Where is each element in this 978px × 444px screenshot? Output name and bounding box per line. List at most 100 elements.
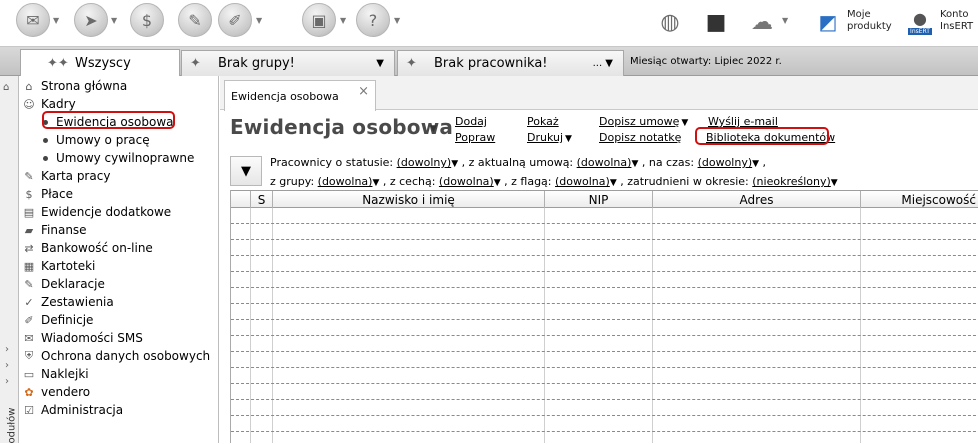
period-filter[interactable]: (nieokreślony) bbox=[752, 175, 831, 188]
sidebar-item-finanse[interactable]: ▰ Finanse bbox=[22, 221, 87, 239]
user-icon[interactable]: ● InsERT bbox=[902, 4, 938, 40]
flag-filter[interactable]: (dowolna) bbox=[555, 175, 610, 188]
box-icon[interactable]: ▣ bbox=[302, 3, 336, 37]
chevron-down-icon[interactable]: ▼ bbox=[111, 16, 117, 25]
grid-header: S Nazwisko i imię NIP Adres Miejscowość bbox=[231, 190, 978, 208]
cube-icon[interactable]: ■ bbox=[698, 4, 734, 40]
add-button[interactable]: Dodaj bbox=[455, 115, 487, 128]
status-filter[interactable]: (dowolny) bbox=[397, 156, 452, 169]
sidebar-item-deklaracje[interactable]: ✎ Deklaracje bbox=[22, 275, 104, 293]
sidebar-item-vendero[interactable]: ✿ vendero bbox=[22, 383, 90, 401]
envelope-icon[interactable]: ✉ bbox=[16, 3, 50, 37]
sidebar-item-administracja[interactable]: ☑ Administracja bbox=[22, 401, 123, 419]
table-row bbox=[231, 239, 978, 240]
duration-filter[interactable]: (dowolny) bbox=[698, 156, 753, 169]
chevron-down-icon[interactable]: ▼ bbox=[610, 178, 617, 188]
account-link[interactable]: Konto InsERT bbox=[940, 9, 973, 33]
group-people-icon: ✦ bbox=[190, 56, 201, 71]
filter-toggle-button[interactable]: ▼ bbox=[230, 156, 262, 186]
globe-icon[interactable]: ◍ bbox=[652, 4, 688, 40]
sidebar-item-kartoteki[interactable]: ▦ Kartoteki bbox=[22, 257, 96, 275]
add-note-button[interactable]: Dopisz notatkę bbox=[599, 131, 681, 144]
stack-icon[interactable]: $ bbox=[130, 3, 164, 37]
sidebar-item-karta-pracy[interactable]: ✎ Karta pracy bbox=[22, 167, 110, 185]
cards-icon: ▦ bbox=[23, 259, 35, 273]
help-icon[interactable]: ? bbox=[356, 3, 390, 37]
send-icon[interactable]: ➤ bbox=[74, 3, 108, 37]
group-tab-no-employee[interactable]: ✦ Brak pracownika! ... ▼ bbox=[397, 50, 624, 76]
table-row bbox=[231, 399, 978, 400]
feature-filter[interactable]: (dowolna) bbox=[439, 175, 494, 188]
contract-filter[interactable]: (dowolna) bbox=[577, 156, 632, 169]
filter-row-1: Pracownicy o statusie: (dowolny)▼ , z ak… bbox=[270, 156, 767, 169]
chevron-down-icon[interactable]: ▼ bbox=[372, 178, 379, 188]
show-button[interactable]: Pokaż bbox=[527, 115, 559, 128]
chevron-down-icon[interactable]: ▼ bbox=[340, 16, 346, 25]
sidebar-item-naklejki[interactable]: ▭ Naklejki bbox=[22, 365, 89, 383]
document-tab-bar: Ewidencja osobowa × bbox=[220, 76, 978, 111]
products-icon[interactable]: ◩ bbox=[810, 4, 846, 40]
chevron-down-icon[interactable]: ▼ bbox=[752, 159, 759, 169]
print-button[interactable]: Drukuj ▼ bbox=[527, 131, 572, 144]
sidebar-item-zestawienia[interactable]: ✓ Zestawienia bbox=[22, 293, 113, 311]
admin-icon: ☑ bbox=[24, 403, 34, 417]
money-icon: $ bbox=[25, 187, 33, 201]
sidebar-item-place[interactable]: $ Płace bbox=[22, 185, 73, 203]
group-filter[interactable]: (dowolna) bbox=[318, 175, 373, 188]
group-tab-bar: ✦✦ Wszyscy ✦ Brak grupy! ▼ ✦ Brak pracow… bbox=[0, 46, 978, 77]
employee-grid[interactable]: S Nazwisko i imię NIP Adres Miejscowość bbox=[230, 190, 978, 443]
table-row bbox=[231, 303, 978, 304]
declaration-icon: ✎ bbox=[24, 277, 34, 291]
chevron-down-icon[interactable]: ▼ bbox=[631, 159, 638, 169]
table-row bbox=[231, 367, 978, 368]
grid-column-divider bbox=[273, 208, 545, 443]
group-tab-all[interactable]: ✦✦ Wszyscy bbox=[20, 49, 180, 77]
chevron-down-icon[interactable]: ▼ bbox=[53, 16, 59, 25]
column-header-city[interactable]: Miejscowość bbox=[861, 191, 978, 208]
sidebar-item-home[interactable]: ⌂ Strona główna bbox=[22, 77, 128, 95]
pin-icon[interactable]: ⌂ bbox=[3, 82, 9, 93]
grid-column-divider bbox=[545, 208, 653, 443]
cloud-icon[interactable]: ☁ bbox=[744, 4, 780, 40]
my-products-link[interactable]: Moje produkty bbox=[847, 9, 892, 33]
grid-select-column[interactable] bbox=[231, 191, 251, 208]
add-contract-button[interactable]: Dopisz umowę ▼ bbox=[599, 115, 688, 128]
chevron-down-icon[interactable]: ▼ bbox=[394, 16, 400, 25]
card-icon: ✎ bbox=[24, 169, 34, 183]
sidebar-item-ewidencje-dodatkowe[interactable]: ▤ Ewidencje dodatkowe bbox=[22, 203, 171, 221]
tab-ewidencja-osobowa[interactable]: Ewidencja osobowa × bbox=[224, 80, 376, 111]
sidebar-item-sms[interactable]: ✉ Wiadomości SMS bbox=[22, 329, 142, 347]
table-row bbox=[231, 335, 978, 336]
chevron-down-icon[interactable]: ▼ bbox=[430, 124, 437, 134]
notepad-icon[interactable]: ✎ bbox=[178, 3, 212, 37]
close-icon[interactable]: × bbox=[358, 84, 369, 99]
bullet-icon bbox=[43, 137, 48, 143]
chevron-right-icon[interactable]: › bbox=[5, 344, 9, 355]
group-tab-no-group[interactable]: ✦ Brak grupy! ▼ bbox=[181, 50, 395, 76]
sidebar-item-ochrona-danych[interactable]: ⛨ Ochrona danych osobowych bbox=[22, 347, 210, 365]
column-header-name[interactable]: Nazwisko i imię bbox=[273, 191, 545, 208]
column-header-nip[interactable]: NIP bbox=[545, 191, 653, 208]
table-row bbox=[231, 287, 978, 288]
chevron-down-icon[interactable]: ▼ bbox=[782, 16, 788, 25]
chevron-down-icon[interactable]: ▼ bbox=[494, 178, 501, 188]
sidebar-item-umowy-o-prace[interactable]: Umowy o pracę bbox=[43, 131, 150, 149]
main-content: Ewidencja osobowa × Ewidencja osobowa ▼ … bbox=[220, 76, 978, 443]
chevron-down-icon[interactable]: ▼ bbox=[831, 178, 838, 188]
chevron-down-icon: ▼ bbox=[681, 118, 689, 128]
report-icon: ✓ bbox=[24, 295, 34, 309]
sidebar-item-umowy-cywilnoprawne[interactable]: Umowy cywilnoprawne bbox=[43, 149, 194, 167]
edit-button[interactable]: Popraw bbox=[455, 131, 495, 144]
table-row bbox=[231, 271, 978, 272]
column-header-address[interactable]: Adres bbox=[653, 191, 861, 208]
sidebar-item-definicje[interactable]: ✐ Definicje bbox=[22, 311, 93, 329]
chevron-down-icon[interactable]: ▼ bbox=[256, 16, 262, 25]
column-header-s[interactable]: S bbox=[251, 191, 273, 208]
chevron-down-icon[interactable]: ▼ bbox=[451, 159, 458, 169]
sidebar-item-bankowosc[interactable]: ⇄ Bankowość on-line bbox=[22, 239, 152, 257]
filter-row-2: z grupy: (dowolna)▼ , z cechą: (dowolna)… bbox=[270, 175, 838, 188]
edit-icon[interactable]: ✐ bbox=[218, 3, 252, 37]
chevron-down-icon[interactable]: ... ▼ bbox=[593, 58, 613, 69]
chevron-down-icon[interactable]: ▼ bbox=[376, 58, 384, 69]
sticker-icon: ▭ bbox=[23, 367, 35, 381]
